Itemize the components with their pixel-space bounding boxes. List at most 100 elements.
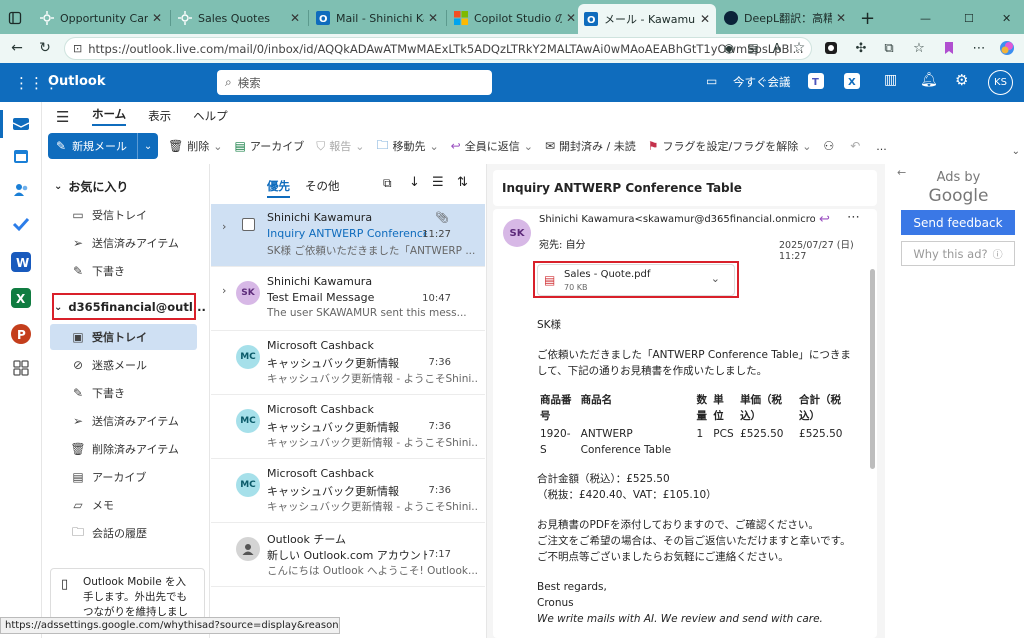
split-screen-icon[interactable]: ⧉ xyxy=(880,39,898,57)
message-item[interactable]: › Shinichi Kawamura 📎︎ Inquiry ANTWERP C… xyxy=(211,204,485,267)
folder-deleted[interactable]: 🗑︎ 削除済みアイテム xyxy=(50,436,197,462)
favorites-header[interactable]: ⌄ お気に入り xyxy=(54,178,128,195)
reader-mode-icon[interactable]: ◉ xyxy=(720,39,738,57)
chevron-down-icon[interactable]: ⌄ xyxy=(802,140,811,153)
meet-now-button[interactable]: 今すぐ会議 xyxy=(733,74,791,90)
mobile-promo[interactable]: ▯ Outlook Mobile を入手します。外出先でもつながりを維持しましょ… xyxy=(50,568,205,620)
more-actions-icon[interactable]: ⋯ xyxy=(847,210,860,225)
minimize-window-icon[interactable]: — xyxy=(914,4,934,32)
sort-order-icon[interactable]: ⇅ xyxy=(457,175,468,190)
folder-conversation-history[interactable]: 🗀 会話の履歴 xyxy=(50,520,197,546)
archive-button[interactable]: ▤ アーカイブ xyxy=(235,138,305,154)
browser-essentials-icon[interactable] xyxy=(940,39,958,57)
close-window-icon[interactable]: ✕ xyxy=(996,4,1016,32)
teams-icon[interactable]: T xyxy=(808,73,824,89)
chevron-down-icon[interactable]: ⌄ xyxy=(524,140,533,153)
search-input[interactable]: ⌕ 検索 xyxy=(217,70,492,95)
site-info-icon[interactable]: ⊡ xyxy=(73,42,82,55)
flag-button[interactable]: ⚑ フラグを設定/フラグを解除 ⌄ xyxy=(648,138,812,154)
reply-all-button[interactable]: ↩ 全員に返信 ⌄ xyxy=(451,138,533,154)
message-item[interactable]: Outlook チーム 新しい Outlook.com アカウントへ... 7:… xyxy=(211,524,485,587)
close-tab-icon[interactable]: ✕ xyxy=(700,12,710,26)
more-apps-icon[interactable] xyxy=(11,358,31,378)
powerpoint-icon[interactable]: P xyxy=(11,324,31,344)
message-item[interactable]: MC Microsoft Cashback キャッシュバック更新情報 7:36 … xyxy=(211,332,485,395)
refresh-icon[interactable]: ↻ xyxy=(36,39,54,57)
favorites-icon[interactable]: ☆ xyxy=(910,39,928,57)
chevron-down-icon[interactable]: ⌄ xyxy=(429,140,438,153)
groups-button[interactable]: ⚇ xyxy=(823,139,838,153)
fav-folder-drafts[interactable]: ✎ 下書き xyxy=(50,258,197,284)
browser-tab-mail-active[interactable]: O メール - Kawamura Shi ✕ xyxy=(578,4,716,34)
report-button[interactable]: ⛉ 報告 ⌄ xyxy=(316,138,364,154)
close-tab-icon[interactable]: ✕ xyxy=(428,11,438,25)
new-tab-button[interactable]: + xyxy=(854,4,878,32)
folder-junk[interactable]: ⊘ 迷惑メール xyxy=(50,352,197,378)
tab-actions-icon[interactable] xyxy=(2,4,30,32)
settings-more-icon[interactable]: ⋯ xyxy=(970,39,988,57)
message-item[interactable]: › SK Shinichi Kawamura Test Email Messag… xyxy=(211,268,485,331)
close-tab-icon[interactable]: ✕ xyxy=(566,11,576,25)
read-unread-button[interactable]: ✉ 開封済み / 未読 xyxy=(545,138,636,154)
undo-button[interactable]: ↶ xyxy=(850,139,864,153)
delete-button[interactable]: 🗑︎ 削除 ⌄ xyxy=(168,138,222,154)
address-bar[interactable]: ⊡ https://outlook.live.com/mail/0/inbox/… xyxy=(64,37,812,60)
app-available-icon[interactable]: ▤ xyxy=(744,39,762,57)
copilot-icon[interactable] xyxy=(998,39,1016,57)
tab-home[interactable]: ホーム xyxy=(92,106,127,126)
chevron-down-icon[interactable]: ⌄ xyxy=(355,140,364,153)
browser-tab-opportunity-card[interactable]: Opportunity Card - C ✕ xyxy=(34,4,168,32)
browser-tab-mail[interactable]: O Mail - Shinichi Kawam ✕ xyxy=(310,4,444,32)
chevron-right-icon[interactable]: › xyxy=(222,220,226,233)
browser-tab-deepl[interactable]: DeepL翻訳：高精度な ✕ xyxy=(718,4,852,32)
fav-folder-inbox[interactable]: ▭ 受信トレイ xyxy=(50,202,197,228)
reply-icon[interactable]: ↩ xyxy=(819,212,830,227)
extensions-puzzle-icon[interactable]: ✣ xyxy=(852,39,870,57)
word-icon[interactable]: W xyxy=(11,252,31,272)
mail-icon[interactable] xyxy=(11,114,31,134)
sort-arrow-icon[interactable]: ↓ xyxy=(409,175,420,190)
scrollbar[interactable] xyxy=(870,269,875,469)
move-button[interactable]: 🗀 移動先 ⌄ xyxy=(376,136,438,157)
browser-tab-copilot-studio[interactable]: Copilot Studio のライセ ✕ xyxy=(448,4,582,32)
sender-address[interactable]: Shinichi Kawamura<skawamur@d365financial… xyxy=(539,214,815,225)
excel-icon[interactable]: X xyxy=(11,288,31,308)
maximize-window-icon[interactable]: ☐ xyxy=(958,4,978,32)
back-icon[interactable]: ← xyxy=(8,39,26,57)
gear-icon[interactable]: ⚙ xyxy=(955,71,968,89)
people-icon[interactable] xyxy=(11,180,31,200)
select-checkbox[interactable] xyxy=(242,218,255,231)
folder-inbox[interactable]: ▣ 受信トレイ xyxy=(50,324,197,350)
tab-other[interactable]: その他 xyxy=(305,178,340,194)
hamburger-menu-icon[interactable]: ☰ xyxy=(56,108,69,126)
filter-icon[interactable]: ☰ xyxy=(432,175,444,190)
excel-tile-icon[interactable]: X xyxy=(844,73,860,89)
message-item[interactable]: MC Microsoft Cashback キャッシュバック更新情報 7:36 … xyxy=(211,396,485,459)
browser-tab-sales-quotes[interactable]: Sales Quotes ✕ xyxy=(172,4,306,32)
new-mail-button[interactable]: ✎ 新規メール ⌄ xyxy=(48,133,159,159)
bell-icon[interactable]: 🔔︎ xyxy=(920,72,938,88)
tab-focused[interactable]: 優先 xyxy=(267,178,290,198)
chevron-right-icon[interactable]: › xyxy=(222,284,226,297)
expand-ribbon-icon[interactable]: ⌄ xyxy=(1012,146,1020,157)
folder-notes[interactable]: ▱ メモ xyxy=(50,492,197,518)
read-aloud-icon[interactable]: A xyxy=(768,39,786,57)
avatar[interactable]: KS xyxy=(988,70,1013,95)
chevron-down-icon[interactable]: ⌄ xyxy=(138,141,158,152)
calendar-icon[interactable] xyxy=(11,146,31,166)
send-feedback-button[interactable]: Send feedback xyxy=(901,210,1015,235)
fav-folder-sent[interactable]: ➢ 送信済みアイテム xyxy=(50,230,197,256)
close-tab-icon[interactable]: ✕ xyxy=(290,11,300,25)
folder-drafts[interactable]: ✎ 下書き xyxy=(50,380,197,406)
chevron-down-icon[interactable]: ⌄ xyxy=(213,140,222,153)
tab-help[interactable]: ヘルプ xyxy=(193,108,228,124)
my-day-icon[interactable]: ▥ xyxy=(884,72,897,88)
sender-avatar[interactable]: SK xyxy=(503,219,531,247)
folder-archive[interactable]: ▤ アーカイブ xyxy=(50,464,197,490)
close-tab-icon[interactable]: ✕ xyxy=(152,11,162,25)
message-item[interactable]: MC Microsoft Cashback キャッシュバック更新情報 7:36 … xyxy=(211,460,485,523)
tab-view[interactable]: 表示 xyxy=(148,108,171,124)
close-tab-icon[interactable]: ✕ xyxy=(836,11,846,25)
folder-sent[interactable]: ➢ 送信済みアイテム xyxy=(50,408,197,434)
favorite-star-icon[interactable]: ☆ xyxy=(790,39,808,57)
